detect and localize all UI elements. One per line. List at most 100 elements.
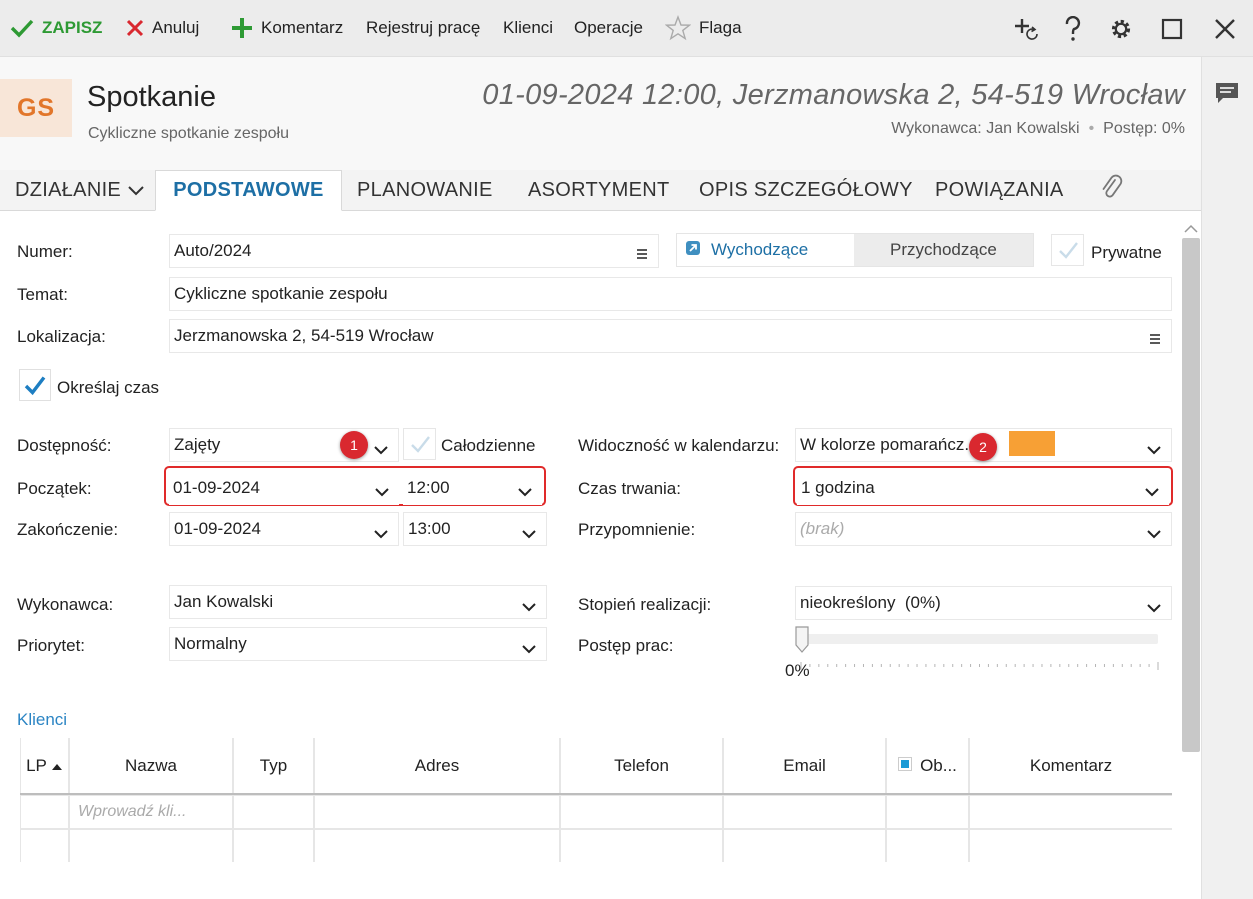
list-menu-icon[interactable] — [636, 245, 648, 265]
header-datetime-location: 01-09-2024 12:00, Jerzmanowska 2, 54-519… — [482, 79, 1185, 111]
performer-select[interactable]: Jan Kowalski — [169, 585, 547, 619]
comment-button[interactable]: Komentarz — [231, 14, 343, 42]
chevron-down-icon — [1147, 440, 1161, 460]
sort-ascending-icon — [51, 756, 63, 776]
number-field[interactable]: Auto/2024 — [169, 234, 659, 268]
add-refresh-icon[interactable] — [1011, 14, 1041, 44]
cancel-button[interactable]: Anuluj — [126, 14, 199, 42]
duration-select[interactable]: 1 godzina — [797, 471, 1169, 505]
work-progress-slider-track[interactable] — [796, 634, 1158, 644]
star-icon — [665, 15, 691, 41]
subject-label: Temat: — [17, 285, 69, 304]
location-field[interactable]: Jerzmanowska 2, 54-519 Wrocław — [169, 319, 1172, 353]
close-window-icon[interactable] — [1210, 14, 1240, 44]
chevron-down-icon — [522, 639, 536, 659]
header-status-line: Wykonawca: Jan Kowalski • Postęp: 0% — [891, 120, 1185, 138]
column-header-ob[interactable]: Ob... — [887, 738, 968, 794]
header-performer: Wykonawca: Jan Kowalski — [891, 120, 1080, 137]
help-icon[interactable] — [1058, 14, 1088, 44]
chevron-down-icon — [1147, 524, 1161, 544]
table-cell[interactable] — [21, 830, 68, 862]
completion-select[interactable]: nieokreślony (0%) — [795, 586, 1172, 620]
column-header-name[interactable]: Nazwa — [70, 738, 232, 794]
all-day-checkbox[interactable] — [403, 428, 436, 460]
table-cell[interactable] — [234, 796, 313, 828]
tab-relations[interactable]: POWIĄZANIA — [935, 170, 1064, 211]
gear-icon[interactable] — [1106, 14, 1136, 44]
table-cell[interactable] — [70, 830, 232, 862]
table-cell[interactable] — [561, 830, 722, 862]
chevron-down-icon — [375, 482, 389, 502]
start-label: Początek: — [17, 479, 92, 498]
maximize-icon[interactable] — [1157, 14, 1187, 44]
scrollbar-thumb[interactable] — [1182, 238, 1200, 752]
calendar-color-swatch — [1009, 431, 1055, 456]
tab-assortment[interactable]: ASORTYMENT — [528, 170, 670, 211]
table-cell[interactable] — [561, 796, 722, 828]
flag-button[interactable]: Flaga — [665, 14, 742, 42]
reminder-select[interactable]: (brak) — [795, 512, 1172, 546]
tab-detailed-description[interactable]: OPIS SZCZEGÓŁOWY — [699, 170, 913, 211]
square-checkbox-icon — [898, 756, 913, 776]
column-header-email[interactable]: Email — [724, 738, 885, 794]
register-work-button[interactable]: Rejestruj pracę — [366, 14, 480, 42]
table-cell[interactable] — [315, 796, 559, 828]
chevron-down-icon — [1145, 482, 1159, 502]
column-header-lp[interactable]: LP — [21, 738, 68, 794]
scroll-up-icon[interactable] — [1184, 219, 1198, 239]
priority-select[interactable]: Normalny — [169, 627, 547, 661]
save-button[interactable]: ZAPISZ — [10, 14, 102, 42]
chevron-down-icon — [522, 597, 536, 617]
annotation-badge-2: 2 — [969, 433, 997, 461]
chevron-down-icon — [374, 440, 388, 460]
operations-button[interactable]: Operacje — [574, 14, 643, 42]
duration-label: Czas trwania: — [578, 479, 681, 498]
record-header: GS Spotkanie Cykliczne spotkanie zespołu… — [0, 57, 1201, 170]
column-header-phone[interactable]: Telefon — [561, 738, 722, 794]
table-cell[interactable] — [887, 830, 968, 862]
table-cell[interactable] — [887, 796, 968, 828]
table-cell[interactable] — [21, 796, 68, 828]
toolbar: ZAPISZ Anuluj Komentarz Rejestruj pracę … — [0, 0, 1253, 57]
private-checkbox[interactable] — [1051, 234, 1084, 266]
list-menu-icon[interactable] — [1149, 330, 1161, 350]
column-header-comment[interactable]: Komentarz — [970, 738, 1172, 794]
header-progress: Postęp: 0% — [1103, 120, 1185, 137]
column-header-address[interactable]: Adres — [315, 738, 559, 794]
comments-panel-icon[interactable] — [1214, 81, 1240, 110]
clients-button[interactable]: Klienci — [503, 14, 553, 42]
start-date-select[interactable]: 01-09-2024 — [169, 471, 399, 505]
end-date-select[interactable]: 01-09-2024 — [169, 512, 399, 546]
table-cell[interactable] — [724, 830, 885, 862]
tab-planning[interactable]: PLANOWANIE — [357, 170, 493, 211]
completion-label: Stopień realizacji: — [578, 595, 712, 614]
subject-field[interactable]: Cykliczne spotkanie zespołu — [169, 277, 1172, 311]
number-label: Numer: — [17, 242, 73, 261]
table-cell[interactable] — [724, 796, 885, 828]
work-progress-slider-thumb[interactable] — [794, 626, 810, 654]
tab-attachments[interactable] — [1100, 170, 1124, 211]
tab-basic[interactable]: PODSTAWOWE — [155, 170, 342, 211]
chevron-down-icon — [522, 524, 536, 544]
direction-incoming-option[interactable]: Przychodzące — [890, 240, 997, 260]
end-time-select[interactable]: 13:00 — [403, 512, 547, 546]
checkmark-icon — [10, 18, 34, 38]
availability-label: Dostępność: — [17, 436, 112, 455]
tab-action[interactable]: DZIAŁANIE — [15, 170, 144, 211]
table-cell[interactable] — [970, 830, 1172, 862]
page-subtitle: Cykliczne spotkanie zespołu — [88, 125, 289, 142]
start-time-select[interactable]: 12:00 — [403, 471, 542, 505]
specify-time-label: Określaj czas — [57, 378, 160, 397]
avatar: GS — [0, 79, 72, 137]
close-x-icon — [126, 19, 144, 37]
table-cell[interactable] — [234, 830, 313, 862]
table-cell[interactable] — [315, 830, 559, 862]
column-header-type[interactable]: Typ — [234, 738, 313, 794]
client-input-cell[interactable]: Wprowadź kli... — [70, 796, 232, 828]
work-progress-label: Postęp prac: — [578, 636, 674, 655]
direction-outgoing-option[interactable]: Wychodzące — [677, 234, 854, 266]
plus-icon — [231, 17, 253, 39]
table-cell[interactable] — [970, 796, 1172, 828]
chevron-down-icon — [128, 179, 144, 202]
specify-time-checkbox[interactable] — [19, 369, 51, 401]
